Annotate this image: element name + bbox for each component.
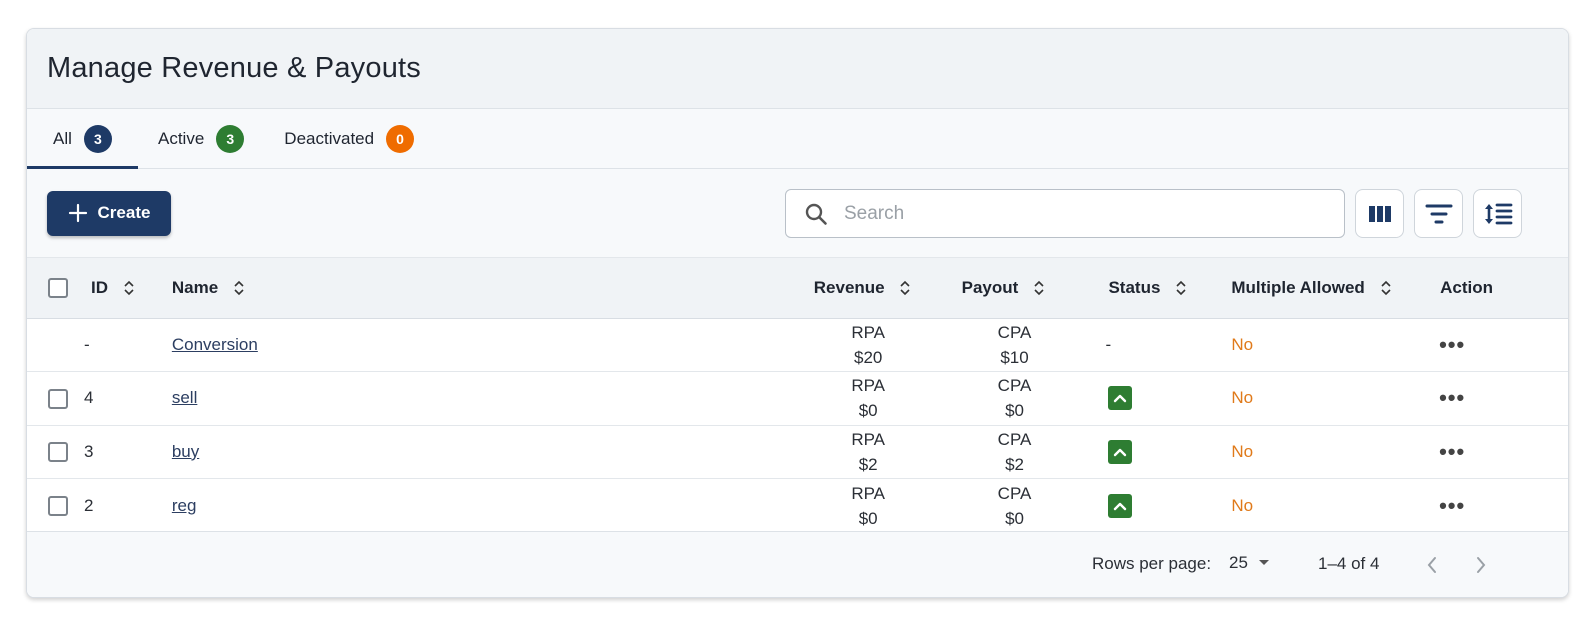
tab-deactivated[interactable]: Deactivated 0 <box>270 109 440 168</box>
row-status-text: - <box>1105 334 1112 354</box>
search-input[interactable] <box>844 202 1304 225</box>
columns-button[interactable] <box>1355 189 1404 238</box>
sort-icon <box>1034 281 1044 296</box>
density-icon <box>1484 203 1512 224</box>
chevron-up-icon <box>1114 395 1127 403</box>
more-horizontal-icon[interactable]: ••• <box>1439 439 1465 464</box>
tab-all[interactable]: All 3 <box>27 109 138 169</box>
column-header-status[interactable]: Status <box>1095 258 1218 318</box>
caret-down-icon <box>1258 560 1269 565</box>
card-header: Manage Revenue & Payouts <box>27 29 1568 109</box>
column-header-name[interactable]: Name <box>172 258 801 318</box>
rows-per-page-value: 25 <box>1229 553 1248 572</box>
tab-label: All <box>53 128 72 148</box>
chevron-up-icon <box>1114 502 1127 510</box>
row-id: 2 <box>83 495 94 515</box>
more-horizontal-icon[interactable]: ••• <box>1439 332 1465 357</box>
count-badge: 3 <box>83 124 112 153</box>
table-row: 2 reg RPA $0 CPA $0 No ••• <box>27 478 1568 533</box>
column-header-multiple-allowed[interactable]: Multiple Allowed <box>1218 258 1414 318</box>
revenue-cell: RPA $2 <box>851 429 886 474</box>
select-all-checkbox[interactable] <box>48 278 68 298</box>
sort-icon <box>1380 281 1391 296</box>
next-page-button[interactable] <box>1468 552 1494 578</box>
revenue-cell: RPA $0 <box>851 376 886 421</box>
revenue-payouts-card: Manage Revenue & Payouts All 3 Active 3 … <box>26 28 1569 598</box>
column-header-action: Action <box>1440 277 1493 297</box>
multiple-allowed-value: No <box>1231 334 1254 354</box>
pagination-footer: Rows per page: 25 1–4 of 4 <box>27 531 1568 597</box>
tab-active[interactable]: Active 3 <box>138 109 270 168</box>
column-header-id[interactable]: ID <box>83 258 172 318</box>
revenue-table: ID Name Revenue Payout Status Multiple A… <box>27 258 1568 532</box>
tab-label: Active <box>158 128 205 148</box>
search-icon <box>805 203 827 225</box>
plus-icon <box>68 203 87 223</box>
toolbar: Create <box>27 169 1568 258</box>
status-badge[interactable] <box>1108 493 1133 518</box>
revenue-cell: RPA $0 <box>851 483 886 528</box>
payout-cell: CPA $2 <box>997 429 1032 474</box>
pagination-range: 1–4 of 4 <box>1318 554 1380 573</box>
multiple-allowed-value: No <box>1231 495 1254 515</box>
sort-icon <box>900 281 910 296</box>
row-checkbox[interactable] <box>48 388 68 409</box>
multiple-allowed-value: No <box>1231 441 1254 461</box>
rows-per-page-label: Rows per page: <box>1092 554 1212 573</box>
row-id: 3 <box>83 441 94 461</box>
more-horizontal-icon[interactable]: ••• <box>1439 385 1465 410</box>
table-row: - Conversion RPA $20 CPA $10 - No ••• <box>27 318 1568 372</box>
table-row: 4 sell RPA $0 CPA $0 No ••• <box>27 371 1568 426</box>
multiple-allowed-value: No <box>1231 388 1254 408</box>
chevron-right-icon <box>1477 557 1486 573</box>
revenue-cell: RPA $20 <box>851 322 886 367</box>
payout-cell: CPA $10 <box>997 322 1032 367</box>
column-header-revenue[interactable]: Revenue <box>801 258 962 318</box>
status-badge[interactable] <box>1108 439 1133 464</box>
rows-per-page-select[interactable]: 25 <box>1229 553 1270 573</box>
status-badge[interactable] <box>1108 386 1133 411</box>
columns-icon <box>1368 205 1391 222</box>
row-checkbox[interactable] <box>48 442 68 462</box>
payout-cell: CPA $0 <box>997 483 1032 528</box>
row-name-link[interactable]: reg <box>172 496 197 515</box>
row-name-link[interactable]: sell <box>172 388 198 407</box>
filter-icon <box>1425 204 1452 223</box>
row-name-link[interactable]: buy <box>172 442 199 461</box>
create-button-label: Create <box>97 203 151 222</box>
row-id: - <box>83 334 90 354</box>
table-row: 3 buy RPA $2 CPA $2 No ••• <box>27 425 1568 479</box>
chevron-left-icon <box>1427 557 1436 573</box>
create-button[interactable]: Create <box>47 190 171 236</box>
count-badge: 0 <box>386 124 415 153</box>
chevron-up-icon <box>1114 448 1127 456</box>
page-title: Manage Revenue & Payouts <box>47 52 421 84</box>
tab-label: Deactivated <box>284 128 375 148</box>
row-id: 4 <box>83 388 94 408</box>
table-header-row: ID Name Revenue Payout Status Multiple A… <box>27 258 1568 318</box>
filter-button[interactable] <box>1414 189 1463 238</box>
sort-icon <box>234 281 244 296</box>
status-tabs: All 3 Active 3 Deactivated 0 <box>27 109 1568 169</box>
sort-icon <box>124 281 134 296</box>
row-name-link[interactable]: Conversion <box>172 335 258 354</box>
previous-page-button[interactable] <box>1419 552 1445 578</box>
column-header-payout[interactable]: Payout <box>962 258 1096 318</box>
search-box <box>785 189 1345 238</box>
more-horizontal-icon[interactable]: ••• <box>1439 493 1465 518</box>
count-badge: 3 <box>216 124 245 153</box>
row-checkbox[interactable] <box>48 495 68 516</box>
payout-cell: CPA $0 <box>997 376 1032 421</box>
density-button[interactable] <box>1473 189 1522 238</box>
sort-icon <box>1176 281 1186 296</box>
